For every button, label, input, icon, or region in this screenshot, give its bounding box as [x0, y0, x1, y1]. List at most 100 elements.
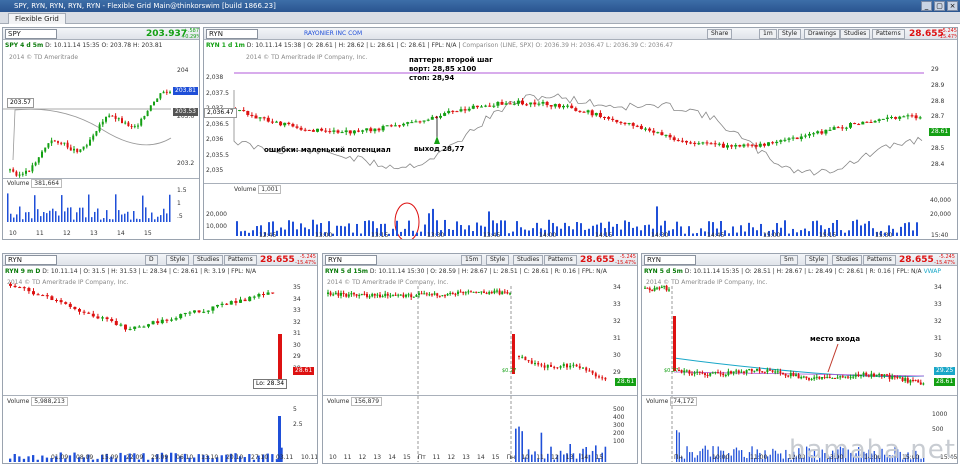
b2-volume-bar — [575, 458, 578, 462]
b3-patterns-button[interactable]: Patterns — [863, 255, 896, 265]
main-volume-bar — [904, 223, 906, 236]
b3-candle — [722, 373, 725, 376]
main-volume-bar — [512, 231, 514, 236]
b3-volume-bar — [694, 457, 696, 462]
spy-volume-bar — [151, 212, 153, 222]
main-candle — [639, 125, 643, 129]
b2-symbol-input[interactable]: RYN — [325, 255, 377, 265]
main-volume-bar — [856, 219, 858, 236]
minimize-button[interactable]: _ — [921, 1, 932, 11]
main-volume-bar — [508, 233, 510, 236]
main-volume-bar — [588, 228, 590, 236]
main-symbol-input[interactable]: RYN — [206, 29, 258, 39]
studies-button[interactable]: Studies — [840, 29, 871, 39]
ryn-15m-panel: RYN 15m Style Studies Patterns 28.655 -5… — [322, 253, 638, 464]
share-button[interactable]: Share — [707, 29, 733, 39]
main-candle — [853, 123, 857, 125]
b2-price-plot[interactable] — [323, 276, 637, 464]
b2-candle — [537, 363, 540, 365]
b3-toolbar: RYN 5m Style Studies Patterns 28.655 -5.… — [642, 254, 957, 266]
b1-price-plot[interactable] — [3, 276, 317, 464]
main-candle — [775, 141, 779, 144]
main-volume-bar — [676, 221, 678, 236]
b2-volume-bar — [531, 454, 533, 462]
b1-candle — [266, 292, 270, 295]
b2-volume-tick: 300 — [613, 422, 625, 429]
b1-patterns-button[interactable]: Patterns — [224, 255, 257, 265]
b2-x-tick: Пн — [506, 454, 516, 461]
spy-volume-bar — [145, 207, 147, 222]
main-volume-bar — [900, 226, 902, 236]
main-candle — [443, 113, 447, 116]
b2-candle — [598, 376, 600, 378]
main-volume-bar — [672, 229, 674, 236]
main-volume-bar — [300, 223, 302, 236]
b1-style-button[interactable]: Style — [166, 255, 190, 265]
main-volume-bar — [804, 228, 806, 236]
b3-candle — [878, 374, 881, 376]
main-candle — [357, 130, 360, 132]
b3-candle — [774, 371, 777, 373]
main-price-plot[interactable] — [204, 50, 957, 240]
b3-studies-button[interactable]: Studies — [832, 255, 863, 265]
main-right-tick: 28.4 — [931, 160, 945, 168]
b2-studies-button[interactable]: Studies — [513, 255, 544, 265]
spy-symbol-input[interactable]: SPY — [5, 29, 57, 39]
main-candle — [566, 105, 570, 107]
b1-studies-button[interactable]: Studies — [193, 255, 224, 265]
timeframe-1m-button[interactable]: 1m — [759, 29, 777, 39]
b2-patterns-button[interactable]: Patterns — [544, 255, 577, 265]
main-volume-bar — [580, 223, 582, 236]
main-candle — [881, 118, 885, 120]
b3-candle — [771, 370, 774, 372]
b2-candle — [425, 293, 428, 295]
b1-volume-bar — [147, 459, 150, 462]
b3-volume-bar — [686, 446, 688, 462]
tab-flexible-grid[interactable]: Flexible Grid — [8, 13, 66, 24]
main-candle — [562, 105, 565, 108]
spy-candle — [21, 173, 24, 175]
b2-y-tick: 32 — [613, 318, 621, 325]
main-volume-bar — [916, 222, 918, 236]
spy-price-plot[interactable] — [3, 50, 199, 240]
drawings-button[interactable]: Drawings — [804, 29, 841, 39]
main-volume-bar — [412, 230, 414, 236]
b2-style-button[interactable]: Style — [486, 255, 510, 265]
spy-volume-header: Volume 381,664 — [5, 179, 199, 188]
b2-candle — [355, 294, 358, 296]
main-candle — [439, 115, 442, 118]
style-button[interactable]: Style — [778, 29, 802, 39]
main-candle — [857, 124, 861, 126]
b3-timeframe-button[interactable]: 5m — [780, 255, 798, 265]
b3-candle — [909, 379, 912, 383]
main-candle — [422, 120, 426, 122]
main-volume-bar — [584, 229, 586, 236]
b1-timeframe-button[interactable]: D — [145, 255, 158, 265]
b2-timeframe-button[interactable]: 15m — [461, 255, 483, 265]
b1-candle — [183, 312, 187, 315]
main-candle — [754, 144, 758, 147]
b2-candle — [498, 290, 501, 295]
close-button[interactable]: × — [947, 1, 958, 11]
main-candle — [475, 105, 479, 108]
b1-symbol-input[interactable]: RYN — [5, 255, 57, 265]
patterns-button[interactable]: Patterns — [872, 29, 905, 39]
b2-candle — [506, 292, 509, 294]
b2-candle — [480, 291, 483, 293]
b3-y-tick: 33 — [934, 301, 942, 308]
spy-candle — [124, 122, 127, 124]
b2-candle — [353, 293, 355, 295]
b3-symbol-input[interactable]: RYN — [644, 255, 696, 265]
maximize-button[interactable]: ▢ — [934, 1, 945, 11]
b3-candle — [802, 376, 805, 378]
spy-x-tick: 10 — [9, 230, 17, 237]
b2-candle — [524, 356, 527, 361]
main-candle — [406, 122, 410, 124]
b3-candle — [648, 288, 651, 291]
b3-style-button[interactable]: Style — [805, 255, 829, 265]
main-x-tick: 14:00 — [539, 232, 557, 239]
main-volume-bar — [592, 225, 594, 236]
spy-y-tick: 204 — [177, 67, 189, 74]
b3-candle — [779, 371, 782, 373]
main-volume-bar — [532, 228, 534, 236]
